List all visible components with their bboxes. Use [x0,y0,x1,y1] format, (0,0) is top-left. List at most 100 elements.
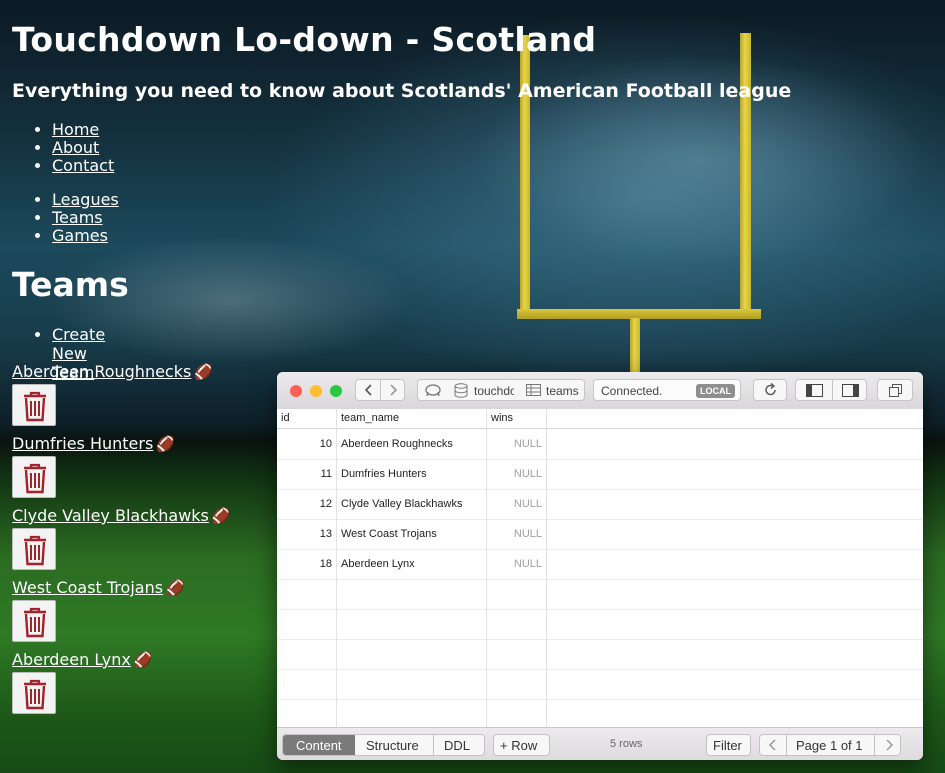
cell-id[interactable]: 11 [321,468,332,480]
filter-button[interactable]: Filter [706,734,751,756]
nav-link-home[interactable]: Home [52,120,99,139]
page-heading: Teams [12,265,129,304]
football-icon: 🏈 [211,507,231,525]
cell-team-name[interactable]: Dumfries Hunters [341,468,427,480]
empty-row [277,699,923,730]
page-indicator: Page 1 of 1 [796,738,863,753]
team-name: West Coast Trojans [12,578,164,597]
cell-wins[interactable]: NULL [514,528,542,540]
nav-link-contact[interactable]: Contact [52,156,114,175]
cell-wins[interactable]: NULL [514,498,542,510]
chevron-right-icon[interactable] [388,384,398,396]
primary-nav: Home About Contact [34,121,114,175]
column-header-wins[interactable]: wins [491,412,513,424]
site-title: Touchdown Lo-down - Scotland [12,20,597,59]
previous-page-icon[interactable] [768,739,778,751]
elephant-icon [425,384,441,397]
team-link[interactable]: Dumfries Hunters 🏈 [12,434,175,453]
add-row-button[interactable]: + Row [493,734,550,756]
team-item: Dumfries Hunters 🏈 [12,434,175,498]
empty-row [277,669,923,700]
cell-team-name[interactable]: Aberdeen Roughnecks [341,438,453,450]
cell-team-name[interactable]: Clyde Valley Blackhawks [341,498,462,510]
history-nav-group [355,379,405,401]
table-row[interactable]: 10 Aberdeen Roughnecks NULL [277,429,923,460]
cell-wins[interactable]: NULL [514,558,542,570]
tab-structure[interactable]: Structure [366,738,419,753]
table-icon [526,384,541,396]
cell-wins[interactable]: NULL [514,438,542,450]
minimize-window-button[interactable] [310,385,322,397]
goal-post-stem [630,318,640,378]
left-sidebar-toggle-icon[interactable] [806,384,823,397]
team-item: Aberdeen Lynx 🏈 [12,650,153,714]
nav-link-teams[interactable]: Teams [52,208,103,227]
next-page-icon[interactable] [884,739,894,751]
new-window-button[interactable] [877,379,913,401]
column-divider [486,409,487,727]
nav-link-about[interactable]: About [52,138,99,157]
delete-team-button[interactable] [12,456,56,498]
cell-team-name[interactable]: West Coast Trojans [341,528,437,540]
database-icon [454,383,468,398]
team-name: Clyde Valley Blackhawks [12,506,209,525]
database-client-window: touchdc teams Connected. LOCAL id team_n… [277,372,923,760]
table-row[interactable]: 12 Clyde Valley Blackhawks NULL [277,489,923,520]
local-badge: LOCAL [696,384,735,398]
cell-id[interactable]: 18 [320,558,332,570]
nav-link-leagues[interactable]: Leagues [52,190,119,209]
tab-content[interactable]: Content [296,738,342,753]
column-divider [546,409,547,727]
add-row-label: + Row [500,738,538,753]
cell-id[interactable]: 12 [320,498,332,510]
chevron-left-icon[interactable] [364,384,374,396]
football-icon: 🏈 [166,579,185,597]
table-row[interactable]: 13 West Coast Trojans NULL [277,519,923,550]
trash-icon [24,679,46,710]
football-icon: 🏈 [156,435,175,453]
breadcrumb-database[interactable]: touchdc [474,384,514,398]
cell-wins[interactable]: NULL [514,468,542,480]
team-link[interactable]: Aberdeen Roughnecks 🏈 [12,362,213,381]
nav-link-games[interactable]: Games [52,226,108,245]
site-tagline: Everything you need to know about Scotla… [12,80,792,102]
empty-row [277,639,923,670]
zoom-window-button[interactable] [330,385,342,397]
delete-team-button[interactable] [12,672,56,714]
connection-status-text: Connected. [601,384,663,398]
panel-toggle-group [795,379,867,401]
goal-post-right-upright [740,33,751,315]
cell-id[interactable]: 10 [320,438,332,450]
row-count: 5 rows [610,738,643,750]
trash-icon [24,463,46,494]
table-row[interactable]: 18 Aberdeen Lynx NULL [277,549,923,580]
team-name: Dumfries Hunters [12,434,154,453]
delete-team-button[interactable] [12,600,56,642]
delete-team-button[interactable] [12,528,56,570]
column-divider [336,409,337,727]
team-link[interactable]: West Coast Trojans 🏈 [12,578,185,597]
tab-ddl[interactable]: DDL [444,738,470,753]
right-sidebar-toggle-icon[interactable] [842,384,859,397]
team-link[interactable]: Clyde Valley Blackhawks 🏈 [12,506,231,525]
grid-header: id team_name wins [277,409,923,429]
table-row[interactable]: 11 Dumfries Hunters NULL [277,459,923,490]
column-header-team-name[interactable]: team_name [341,412,399,424]
window-titlebar: touchdc teams Connected. LOCAL [277,372,923,410]
close-window-button[interactable] [290,385,302,397]
football-icon: 🏈 [194,363,214,381]
breadcrumb-table[interactable]: teams [546,384,579,398]
empty-row [277,579,923,610]
view-tabs: Content Structure DDL [282,734,485,756]
refresh-button[interactable] [753,379,787,401]
team-item: West Coast Trojans 🏈 [12,578,185,642]
cell-id[interactable]: 13 [320,528,332,540]
secondary-nav: Leagues Teams Games [34,191,119,245]
team-link[interactable]: Aberdeen Lynx 🏈 [12,650,153,669]
delete-team-button[interactable] [12,384,56,426]
column-header-id[interactable]: id [281,412,290,424]
team-item: Aberdeen Roughnecks 🏈 [12,362,213,426]
team-name: Aberdeen Lynx [12,650,131,669]
filter-label: Filter [713,738,742,753]
cell-team-name[interactable]: Aberdeen Lynx [341,558,415,570]
